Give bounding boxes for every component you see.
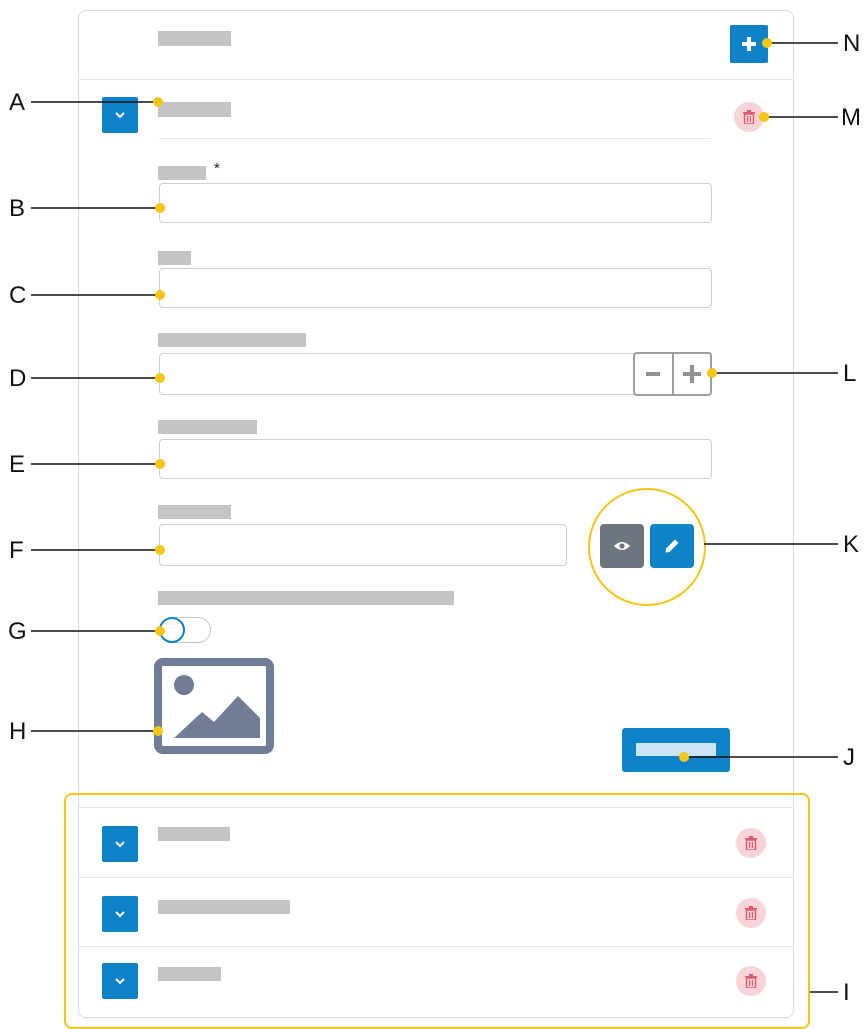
callout-label-j: J [843, 744, 855, 771]
callout-label-b: B [9, 195, 26, 222]
callout-dot-j [679, 752, 689, 762]
callout-dot-f [155, 545, 165, 555]
callout-label-g: G [8, 618, 27, 645]
callout-dot-b [155, 203, 165, 213]
callout-label-n: N [843, 30, 861, 57]
callout-leader-lines [31, 42, 838, 993]
callout-label-h: H [9, 718, 27, 745]
callout-label-m: M [841, 104, 861, 131]
callout-dot-d [155, 373, 165, 383]
callout-label-e: E [9, 451, 26, 478]
callout-label-i: I [843, 979, 850, 1006]
callout-dot-g [155, 626, 165, 636]
callout-dot-a [153, 97, 163, 107]
callout-label-k: K [843, 531, 860, 558]
callout-label-c: C [9, 282, 27, 309]
callout-label-f: F [9, 537, 24, 564]
callout-dot-h [153, 726, 163, 736]
callout-label-a: A [9, 89, 26, 116]
callout-label-l: L [843, 360, 857, 387]
callout-label-d: D [9, 365, 27, 392]
callout-dot-c [155, 290, 165, 300]
callout-dot-n [762, 38, 772, 48]
callout-dot-m [759, 112, 769, 122]
callout-dot-e [155, 459, 165, 469]
callout-dot-l [707, 368, 717, 378]
